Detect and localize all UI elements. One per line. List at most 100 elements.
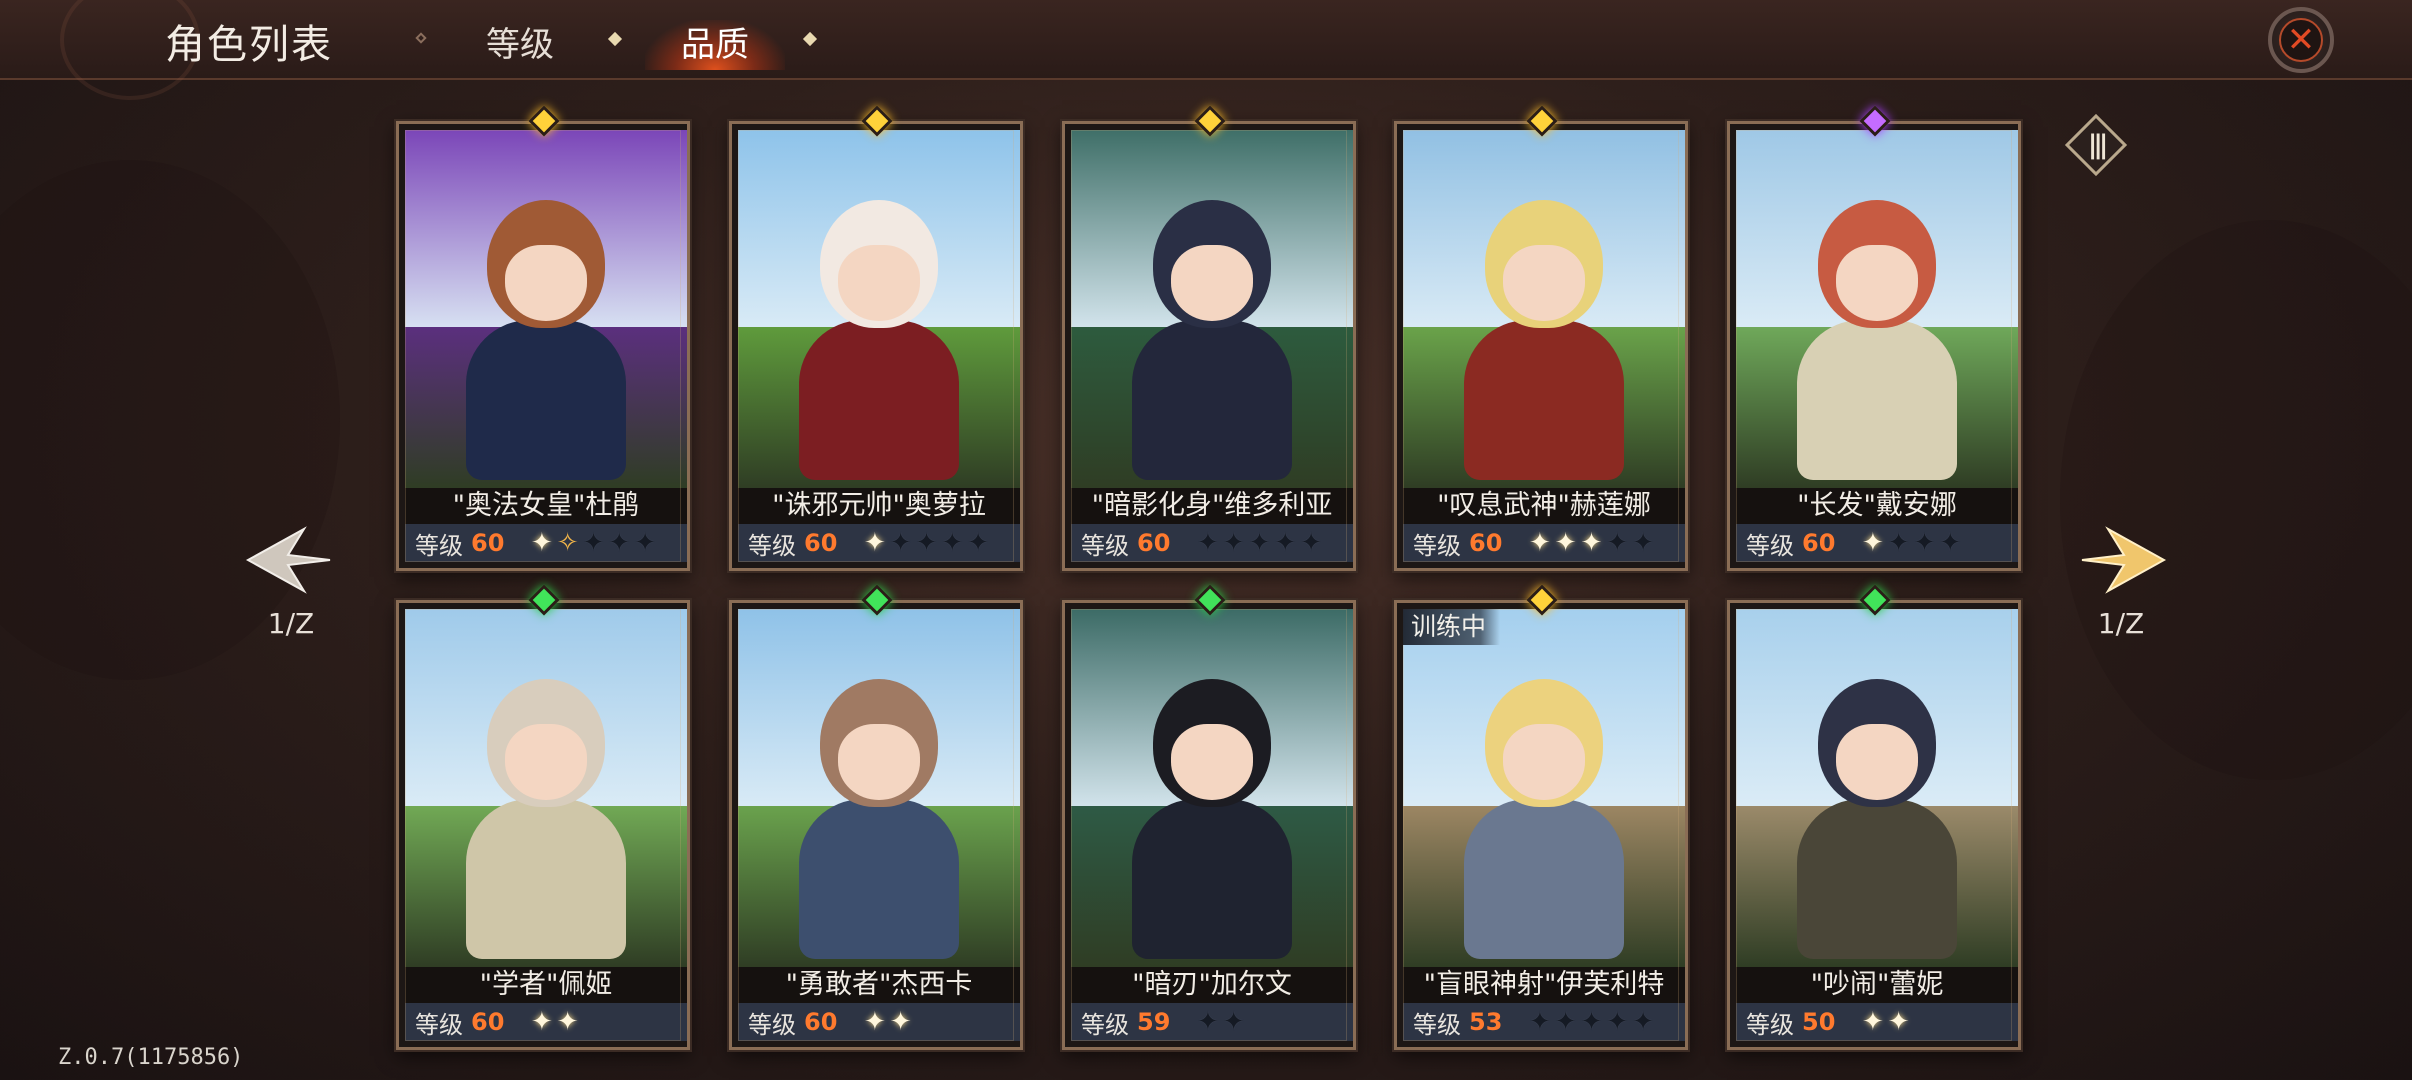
character-name: "长发"戴安娜 (1736, 488, 2018, 524)
level-label: 等级 (748, 1010, 796, 1039)
star-icon: ✦ (1554, 528, 1577, 558)
star-icon: ✦ (864, 1007, 886, 1037)
level-label: 等级 (415, 1010, 463, 1039)
star-icon: ✦ (1887, 1007, 1910, 1037)
character-portrait (405, 130, 687, 488)
character-card[interactable]: "暗刃"加尔文 等级 59 ✦ ✦ (1062, 584, 1356, 1050)
star-icon: ✦ (1222, 528, 1245, 558)
level-value: 60 (1469, 529, 1503, 557)
training-badge: 训练中 (1403, 609, 1501, 645)
level-value: 60 (804, 1008, 838, 1036)
level-label: 等级 (748, 531, 796, 560)
close-x-icon: ✕ (2279, 18, 2323, 62)
star-icon: ✦ (608, 528, 631, 558)
character-card[interactable]: "叹息武神"赫莲娜 等级 60 ✦ ✦ ✦ ✦ ✦ (1394, 105, 1688, 571)
star-rating: ✦ ✦ (1862, 1009, 1910, 1035)
star-icon: ✦ (1300, 528, 1322, 558)
character-info-bar: 等级 60 ✦ ✦ ✦ ✦ ✦ (738, 524, 1020, 562)
next-page-button[interactable] (2078, 515, 2168, 605)
level-label: 等级 (1413, 531, 1461, 560)
character-portrait (738, 609, 1020, 967)
star-icon: ✦ (556, 1007, 579, 1037)
level-label: 等级 (1746, 1010, 1794, 1039)
character-info-bar: 等级 60 ✦ ✦ ✦ ✦ (1736, 524, 2018, 562)
character-card[interactable]: "学者"佩姬 等级 60 ✦ ✦ (396, 584, 690, 1050)
character-card[interactable]: "暗影化身"维多利亚 等级 60 ✦ ✦ ✦ ✦ ✦ (1062, 105, 1356, 571)
character-name: "学者"佩姬 (405, 967, 687, 1003)
star-icon: ✦ (1913, 528, 1936, 558)
star-icon: ✦ (1606, 528, 1629, 558)
star-rating: ✦ ✦ (531, 1009, 579, 1035)
star-rating: ✦ ✦ ✦ ✦ ✦ (1529, 530, 1654, 556)
character-name: "奥法女皇"杜鹃 (405, 488, 687, 524)
level-value: 60 (1802, 529, 1836, 557)
level-value: 60 (1137, 529, 1171, 557)
level-value: 59 (1137, 1008, 1171, 1036)
character-info-bar: 等级 53 ✦ ✦ ✦ ✦ ✦ (1403, 1003, 1685, 1041)
star-icon: ✦ (967, 528, 989, 558)
character-name: "盲眼神射"伊芙利特 (1403, 967, 1685, 1003)
character-name: "勇敢者"杰西卡 (738, 967, 1020, 1003)
character-card[interactable]: "勇敢者"杰西卡 等级 60 ✦ ✦ (729, 584, 1023, 1050)
star-rating: ✦ ✦ (1197, 1009, 1245, 1035)
star-icon: ✦ (1580, 1007, 1603, 1037)
character-portrait (1071, 609, 1353, 967)
star-rating: ✦ ✧ ✦ ✦ ✦ (531, 530, 656, 556)
star-icon: ✦ (1197, 528, 1219, 558)
character-info-bar: 等级 60 ✦ ✦ ✦ ✦ ✦ (1071, 524, 1353, 562)
star-icon: ✦ (1862, 528, 1884, 558)
arrow-left-icon (245, 526, 331, 594)
star-rating: ✦ ✦ ✦ ✦ ✦ (1529, 1009, 1654, 1035)
star-icon: ✦ (1862, 1007, 1884, 1037)
character-portrait (1403, 609, 1685, 967)
background-tree-right (2060, 220, 2412, 780)
star-rating: ✦ ✦ (864, 1009, 912, 1035)
star-rating: ✦ ✦ ✦ ✦ ✦ (1197, 530, 1322, 556)
character-portrait (1071, 130, 1353, 488)
star-icon: ✦ (1222, 1007, 1245, 1037)
page-indicator-right: 1/Z (2097, 607, 2145, 640)
star-icon: ✧ (556, 528, 579, 558)
character-card[interactable]: "诛邪元帅"奥萝拉 等级 60 ✦ ✦ ✦ ✦ ✦ (729, 105, 1023, 571)
star-icon: ✦ (1580, 528, 1603, 558)
character-portrait (1736, 609, 2018, 967)
star-icon: ✦ (1887, 528, 1910, 558)
star-icon: ✦ (582, 528, 605, 558)
tab-level[interactable]: 等级 (450, 20, 590, 70)
star-rating: ✦ ✦ ✦ ✦ ✦ (864, 530, 989, 556)
character-portrait (405, 609, 687, 967)
star-icon: ✦ (531, 1007, 553, 1037)
level-value: 60 (804, 529, 838, 557)
level-label: 等级 (1081, 1010, 1129, 1039)
level-label: 等级 (415, 531, 463, 560)
grid-toggle-button[interactable]: ||| (2064, 113, 2128, 177)
character-card[interactable]: 训练中 "盲眼神射"伊芙利特 等级 53 ✦ ✦ ✦ ✦ ✦ (1394, 584, 1688, 1050)
prev-page-button[interactable] (244, 515, 334, 605)
level-value: 53 (1469, 1008, 1503, 1036)
character-name: "叹息武神"赫莲娜 (1403, 488, 1685, 524)
star-icon: ✦ (531, 528, 553, 558)
star-icon: ✦ (1197, 1007, 1219, 1037)
character-card[interactable]: "长发"戴安娜 等级 60 ✦ ✦ ✦ ✦ (1727, 105, 2021, 571)
level-value: 60 (471, 1008, 505, 1036)
star-icon: ✦ (941, 528, 964, 558)
star-icon: ✦ (1632, 1007, 1654, 1037)
tab-separator (802, 31, 818, 47)
character-card[interactable]: "吵闹"蕾妮 等级 50 ✦ ✦ (1727, 584, 2021, 1050)
close-button[interactable]: ✕ (2268, 7, 2334, 73)
star-icon: ✦ (1529, 1007, 1551, 1037)
tab-separator (607, 31, 623, 47)
star-icon: ✦ (1939, 528, 1962, 558)
star-rating: ✦ ✦ ✦ ✦ (1862, 530, 1961, 556)
tab-quality[interactable]: 品质 (645, 20, 785, 70)
character-card[interactable]: "奥法女皇"杜鹃 等级 60 ✦ ✧ ✦ ✦ ✦ (396, 105, 690, 571)
arrow-right-icon (2081, 526, 2167, 594)
star-icon: ✦ (1274, 528, 1297, 558)
character-name: "暗影化身"维多利亚 (1071, 488, 1353, 524)
star-icon: ✦ (889, 1007, 912, 1037)
page-title: 角色列表 (165, 22, 333, 68)
level-label: 等级 (1413, 1010, 1461, 1039)
star-icon: ✦ (1248, 528, 1271, 558)
character-info-bar: 等级 60 ✦ ✧ ✦ ✦ ✦ (405, 524, 687, 562)
version-label: Z.0.7(1175856) (58, 1045, 244, 1070)
